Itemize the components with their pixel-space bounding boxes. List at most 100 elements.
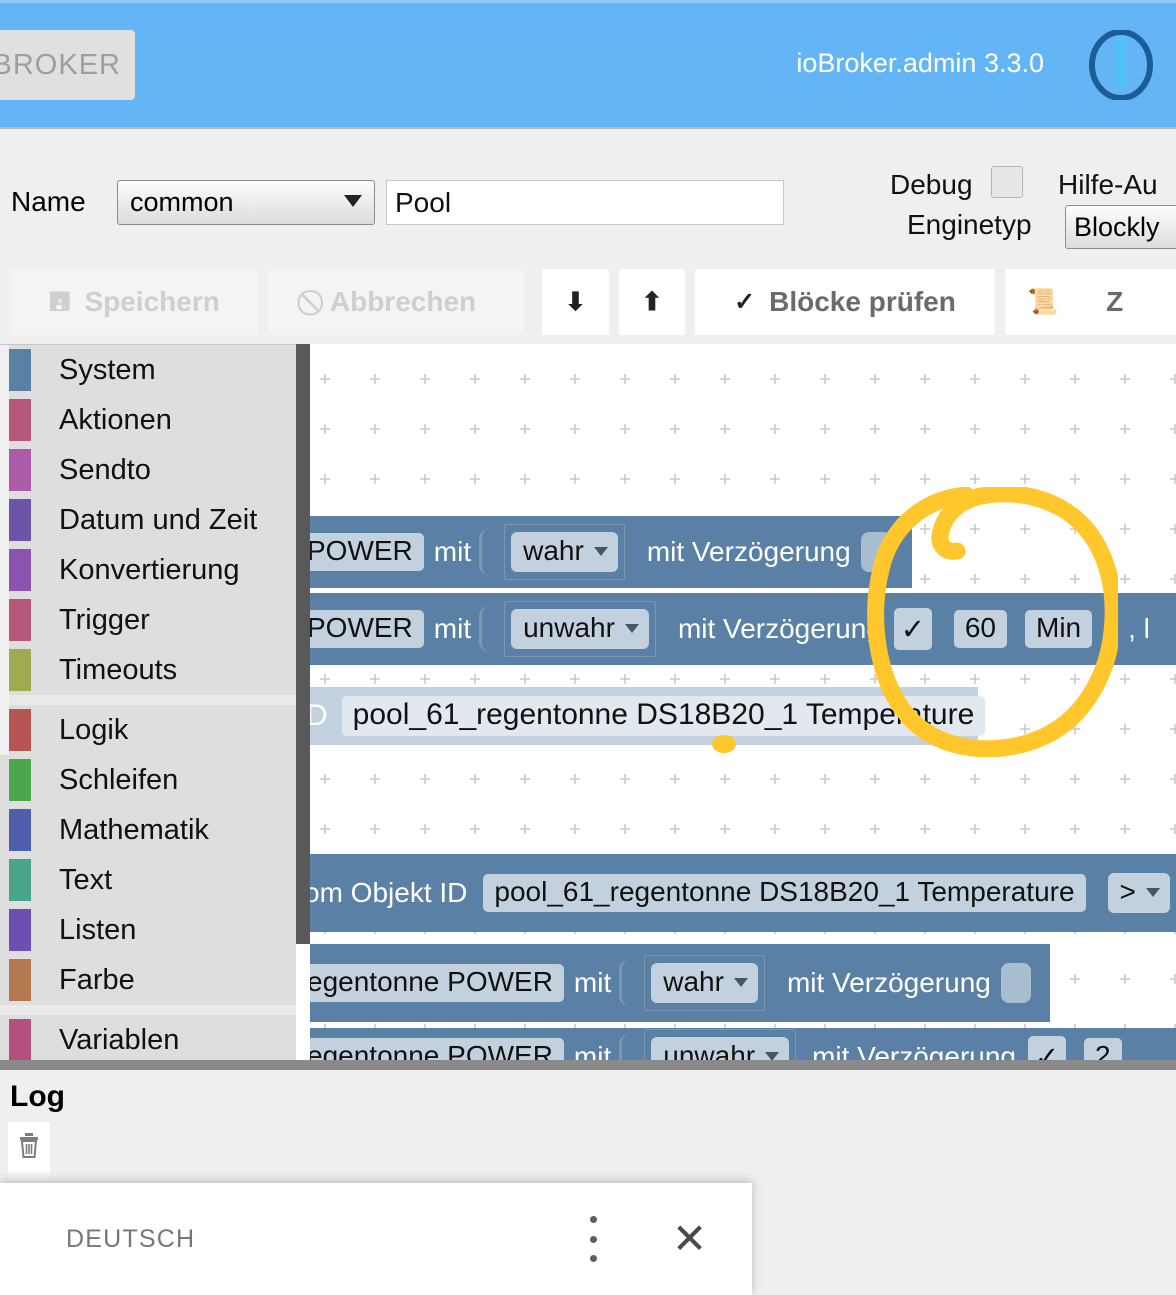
- toolbox-category-schleifen[interactable]: Schleifen: [0, 755, 296, 805]
- enginetyp-select[interactable]: Blockly: [1065, 205, 1176, 249]
- block-input-notch: [479, 606, 500, 652]
- block-object-field[interactable]: egentonne POWER: [310, 964, 564, 1002]
- blockly-canvas[interactable]: POWER mit wahr mit Verzögerung POWER mit…: [310, 344, 1176, 1060]
- common-select-value: common: [130, 187, 234, 217]
- block-steuere-regentonne-power-wahr[interactable]: egentonne POWER mit wahr mit Verzögerung: [310, 944, 1050, 1022]
- check-blocks-button[interactable]: ✓ Blöcke prüfen: [695, 269, 995, 335]
- toolbox-category-label: Mathematik: [59, 813, 209, 846]
- toolbox-category-label: Text: [59, 863, 113, 896]
- block-label-tail: , l: [1128, 613, 1150, 644]
- toolbox-category-mathematik[interactable]: Mathematik: [0, 805, 296, 855]
- category-color-swatch: [9, 909, 31, 951]
- block-objekt-id-temperature[interactable]: D pool_61_regentonne DS18B20_1 Temperatu…: [310, 687, 986, 745]
- scroll-icon: 📜: [1027, 287, 1059, 316]
- block-object-field[interactable]: pool_61_regentonne DS18B20_1 Temperature: [341, 696, 986, 736]
- block-delay-checkbox-socket[interactable]: [1000, 963, 1031, 1003]
- block-label-delay: mit Verzögerung: [677, 613, 882, 644]
- more-dot: [589, 1216, 597, 1223]
- block-steuere-power-unwahr[interactable]: POWER mit unwahr mit Verzögerung ✓ 60 Mi…: [310, 593, 1176, 665]
- debug-label: Debug: [890, 169, 973, 200]
- toolbox-category-label: Timeouts: [59, 653, 178, 686]
- toolbox-category-text[interactable]: Text: [0, 855, 296, 905]
- block-delay-checkbox[interactable]: ✓: [893, 608, 932, 650]
- iobroker-logo[interactable]: BROKER: [0, 30, 135, 100]
- block-label-delay: mit Verzögerung: [646, 536, 851, 567]
- block-label-prefix: D: [310, 699, 328, 732]
- toolbox-category-timeouts[interactable]: Timeouts: [0, 645, 296, 695]
- block-label-mit: mit: [433, 613, 472, 644]
- save-button[interactable]: 🖪 Speichern: [11, 269, 258, 335]
- block-label-delay: mit Verzögerung: [812, 1041, 1016, 1060]
- chevron-down-icon: [593, 546, 608, 556]
- block-value-dropdown-label: unwahr: [663, 1040, 756, 1060]
- block-value-dropdown-wrap[interactable]: wahr: [644, 955, 765, 1011]
- toolbox-category-listen[interactable]: Listen: [0, 905, 296, 955]
- block-object-field[interactable]: POWER: [310, 610, 424, 648]
- save-button-label: Speichern: [84, 286, 220, 317]
- block-value-dropdown-wrap[interactable]: unwahr: [644, 1029, 797, 1060]
- toolbox-category-system[interactable]: System: [0, 345, 296, 395]
- log-clear-button[interactable]: [8, 1122, 50, 1172]
- category-color-swatch: [9, 599, 31, 641]
- category-color-swatch: [9, 1019, 31, 1060]
- power-icon[interactable]: [1088, 29, 1154, 101]
- block-value-dropdown-wrap[interactable]: wahr: [504, 524, 625, 580]
- block-delay-value[interactable]: 60: [953, 610, 1007, 648]
- toolbox-category-datum-und-zeit[interactable]: Datum und Zeit: [0, 495, 296, 545]
- block-delay-checkbox-socket[interactable]: [860, 532, 891, 572]
- toolbox-category-variablen[interactable]: Variablen: [0, 1015, 296, 1060]
- block-delay-unit[interactable]: Min: [1025, 610, 1093, 648]
- toolbox-separator: [0, 1005, 296, 1015]
- block-delay-checkbox[interactable]: ✓: [1027, 1036, 1066, 1060]
- upload-icon: ⬆: [641, 287, 663, 316]
- block-object-field[interactable]: pool_61_regentonne DS18B20_1 Temperature: [483, 874, 1086, 912]
- block-label-mit: mit: [573, 967, 612, 998]
- category-color-swatch: [9, 759, 31, 801]
- toolbox-category-logik[interactable]: Logik: [0, 705, 296, 755]
- name-label: Name: [11, 186, 86, 217]
- block-operator-dropdown[interactable]: >: [1107, 873, 1170, 913]
- blockly-toolbox: System Aktionen Sendto Datum und Zeit Ko…: [0, 344, 296, 1060]
- enginetyp-label: Enginetyp: [907, 209, 1032, 240]
- block-value-dropdown[interactable]: unwahr: [511, 609, 649, 649]
- toolbox-category-label: Aktionen: [59, 403, 172, 436]
- toolbox-category-konvertierung[interactable]: Konvertierung: [0, 545, 296, 595]
- translate-language-label[interactable]: DEUTSCH: [66, 1225, 195, 1254]
- cancel-button[interactable]: ⃠ Abbrechen: [268, 269, 524, 335]
- toolbox-category-label: Sendto: [59, 453, 151, 486]
- zoom-button[interactable]: 📜 Z: [1005, 269, 1176, 335]
- editor-resize-bar[interactable]: [0, 1060, 1176, 1070]
- block-object-field[interactable]: egentonne POWER: [310, 1038, 564, 1060]
- toolbox-category-aktionen[interactable]: Aktionen: [0, 395, 296, 445]
- toolbox-category-trigger[interactable]: Trigger: [0, 595, 296, 645]
- chevron-down-icon: [1145, 887, 1160, 897]
- help-label: Hilfe-Au: [1058, 169, 1158, 200]
- block-value-dropdown[interactable]: wahr: [651, 963, 758, 1003]
- download-icon: ⬇: [565, 287, 586, 316]
- toolbox-separator: [0, 695, 296, 705]
- toolbox-category-sendto[interactable]: Sendto: [0, 445, 296, 495]
- toolbox-category-label: Konvertierung: [59, 553, 240, 586]
- block-value-dropdown[interactable]: wahr: [511, 532, 618, 572]
- close-icon[interactable]: ✕: [672, 1216, 707, 1262]
- block-steuere-power-wahr[interactable]: POWER mit wahr mit Verzögerung: [310, 516, 912, 588]
- import-button[interactable]: ⬆: [619, 269, 685, 335]
- block-value-dropdown[interactable]: unwahr: [651, 1037, 790, 1060]
- zoom-button-label: Z: [1106, 286, 1124, 317]
- export-button[interactable]: ⬇: [542, 269, 609, 335]
- block-delay-value[interactable]: 2: [1083, 1038, 1122, 1060]
- toolbox-category-farbe[interactable]: Farbe: [0, 955, 296, 1005]
- category-color-swatch: [9, 859, 31, 901]
- debug-checkbox[interactable]: [991, 166, 1023, 198]
- more-vertical-icon[interactable]: [580, 1216, 606, 1262]
- common-select[interactable]: common: [117, 180, 375, 225]
- block-steuere-regentonne-power-unwahr[interactable]: egentonne POWER mit unwahr mit Verzögeru…: [310, 1028, 1176, 1060]
- block-object-field[interactable]: POWER: [310, 533, 424, 571]
- admin-version-label: ioBroker.admin 3.3.0: [796, 48, 1044, 78]
- block-value-dropdown-wrap[interactable]: unwahr: [504, 601, 656, 657]
- script-name-input[interactable]: [386, 180, 784, 225]
- block-wert-vom-objekt-id[interactable]: om Objekt ID pool_61_regentonne DS18B20_…: [310, 854, 1176, 932]
- block-operator-dropdown-label: >: [1119, 876, 1136, 907]
- toolbox-category-label: Schleifen: [59, 763, 179, 796]
- block-input-notch: [479, 529, 500, 575]
